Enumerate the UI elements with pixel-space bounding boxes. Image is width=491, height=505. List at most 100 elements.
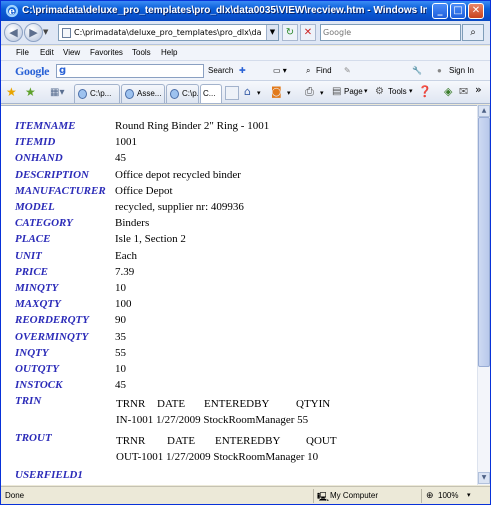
tab-4-active[interactable]: C...	[200, 84, 222, 103]
print-icon[interactable]: ⎙	[305, 85, 314, 99]
new-tab-button[interactable]	[225, 86, 239, 100]
field-value: 45	[115, 152, 126, 165]
scrollbar-thumb[interactable]	[478, 117, 490, 367]
record-row: INQTY 55	[15, 347, 475, 363]
vertical-scrollbar[interactable]: ▲ ▼	[477, 105, 490, 485]
column-header: ENTEREDBY	[215, 435, 281, 448]
zoom-level[interactable]: 100%	[438, 491, 458, 500]
quick-tabs-icon[interactable]: ▦▾	[50, 87, 64, 98]
stop-button[interactable]: ✕	[300, 24, 316, 41]
feeds-icon[interactable]: ◙	[271, 85, 282, 98]
highlight-icon[interactable]: ✎	[344, 66, 351, 75]
record-row: UNIT Each	[15, 250, 475, 266]
record-row: MAXQTY 100	[15, 298, 475, 314]
record-row: CATEGORY Binders	[15, 217, 475, 233]
scroll-up-icon[interactable]: ▲	[478, 105, 490, 117]
scroll-down-icon[interactable]: ▼	[478, 472, 490, 484]
field-name: TRIN	[15, 395, 42, 408]
signin-button[interactable]: Sign In	[449, 66, 474, 75]
menu-view[interactable]: View	[63, 48, 80, 57]
zoom-icon[interactable]: ⊕	[426, 490, 434, 501]
google-search-box[interactable]: g	[56, 64, 204, 78]
add-favorite-icon[interactable]: ★	[25, 85, 36, 99]
field-name: CATEGORY	[15, 217, 73, 230]
home-dropdown-icon[interactable]: ▾	[257, 89, 261, 97]
field-name: UNIT	[15, 249, 42, 262]
field-name: DESCRIPTION	[15, 168, 89, 181]
zoom-dropdown-icon[interactable]: ▾	[467, 491, 471, 499]
stop-icon: ✕	[303, 27, 313, 38]
address-bar[interactable]: C:\primadata\deluxe_pro_templates\pro_dl…	[58, 24, 279, 41]
research-icon[interactable]: ◈	[444, 85, 452, 98]
field-value: 90	[115, 314, 126, 327]
page-dropdown-icon[interactable]: ▾	[364, 87, 368, 95]
field-value: 1001	[115, 136, 137, 149]
menu-tools[interactable]: Tools	[132, 48, 151, 57]
field-name: OVERMINQTY	[15, 330, 89, 343]
ie-logo-icon: e	[5, 4, 19, 18]
svg-text:e: e	[9, 7, 15, 18]
tab-1[interactable]: C:\p...	[74, 84, 120, 103]
maximize-button[interactable]: □	[450, 3, 466, 19]
ie-tab-icon	[170, 89, 179, 99]
menu-bar: File Edit View Favorites Tools Help	[1, 46, 490, 61]
search-box[interactable]	[320, 24, 461, 41]
print-dropdown-icon[interactable]: ▾	[320, 89, 324, 97]
record-row: MINQTY 10	[15, 282, 475, 298]
record-row: PLACE Isle 1, Section 2	[15, 233, 475, 249]
userfield1-row: USERFIELD1	[15, 469, 475, 485]
search-icon: ⌕	[470, 27, 476, 38]
find-icon[interactable]: ⌕	[306, 66, 310, 76]
tools-dropdown-icon[interactable]: ▾	[409, 87, 413, 95]
find-button[interactable]: Find	[316, 66, 332, 75]
home-icon[interactable]: ⌂	[244, 85, 251, 98]
close-button[interactable]: ✕	[468, 3, 484, 19]
google-search-button[interactable]: Search	[208, 66, 233, 75]
window-title: C:\primadata\deluxe_pro_templates\pro_dl…	[22, 5, 427, 16]
record-row: REORDERQTY 90	[15, 314, 475, 330]
tab-3[interactable]: C:\p...	[166, 84, 199, 103]
page-menu[interactable]: Page	[344, 87, 363, 96]
record-row: DESCRIPTION Office depot recycled binder	[15, 169, 475, 185]
overflow-chevron-icon[interactable]: »	[475, 83, 482, 96]
search-input[interactable]	[321, 25, 451, 40]
messenger-icon[interactable]: ✉	[459, 85, 468, 98]
field-value: 35	[115, 330, 126, 343]
forward-button[interactable]: ▶	[24, 23, 43, 42]
column-header: DATE	[157, 398, 186, 411]
tools-menu[interactable]: Tools	[388, 87, 407, 96]
menu-file[interactable]: File	[16, 48, 29, 57]
record-row: PRICE 7.39	[15, 266, 475, 282]
ie-tab-icon	[125, 89, 134, 99]
menu-edit[interactable]: Edit	[40, 48, 54, 57]
refresh-button[interactable]: ↻	[282, 24, 298, 41]
field-value: 45	[115, 379, 126, 392]
record-row: OVERMINQTY 35	[15, 331, 475, 347]
tab-2[interactable]: Asse...	[121, 84, 165, 103]
record-row: INSTOCK 45	[15, 379, 475, 395]
field-value: 55	[115, 346, 126, 359]
address-dropdown-icon[interactable]: ▼	[266, 25, 278, 40]
history-dropdown-icon[interactable]: ▼	[43, 28, 48, 36]
row-values: OUT-1001 1/27/2009 StockRoomManager 10	[116, 451, 319, 464]
feeds-dropdown-icon[interactable]: ▾	[287, 89, 291, 97]
tab-bar: ★ ★ ▦▾ C:\p... Asse... C:\p... C... ⌂ ▾ …	[1, 81, 490, 104]
browser-window: e C:\primadata\deluxe_pro_templates\pro_…	[0, 0, 491, 505]
minimize-button[interactable]: _	[432, 3, 448, 19]
field-value: recycled, supplier nr: 409936	[115, 201, 244, 213]
field-name: OUTQTY	[15, 363, 59, 375]
search-go-button[interactable]: ⌕	[462, 24, 484, 41]
field-name: MAXQTY	[15, 298, 61, 311]
menu-help[interactable]: Help	[161, 48, 177, 57]
bookmark-plus-icon[interactable]: ✚	[239, 66, 246, 75]
field-name: PLACE	[15, 233, 51, 246]
favorites-star-icon[interactable]: ★	[6, 85, 17, 99]
toolbar-options-icon[interactable]: ▭ ▾	[273, 66, 287, 75]
field-name: USERFIELD1	[15, 469, 83, 482]
help-icon[interactable]: ❓	[418, 85, 432, 98]
signin-icon: ●	[437, 66, 442, 75]
wrench-icon[interactable]: 🔧	[412, 66, 422, 75]
back-button[interactable]: ◀	[4, 23, 23, 42]
address-url[interactable]: C:\primadata\deluxe_pro_templates\pro_dl…	[74, 28, 261, 37]
menu-favorites[interactable]: Favorites	[90, 48, 123, 57]
